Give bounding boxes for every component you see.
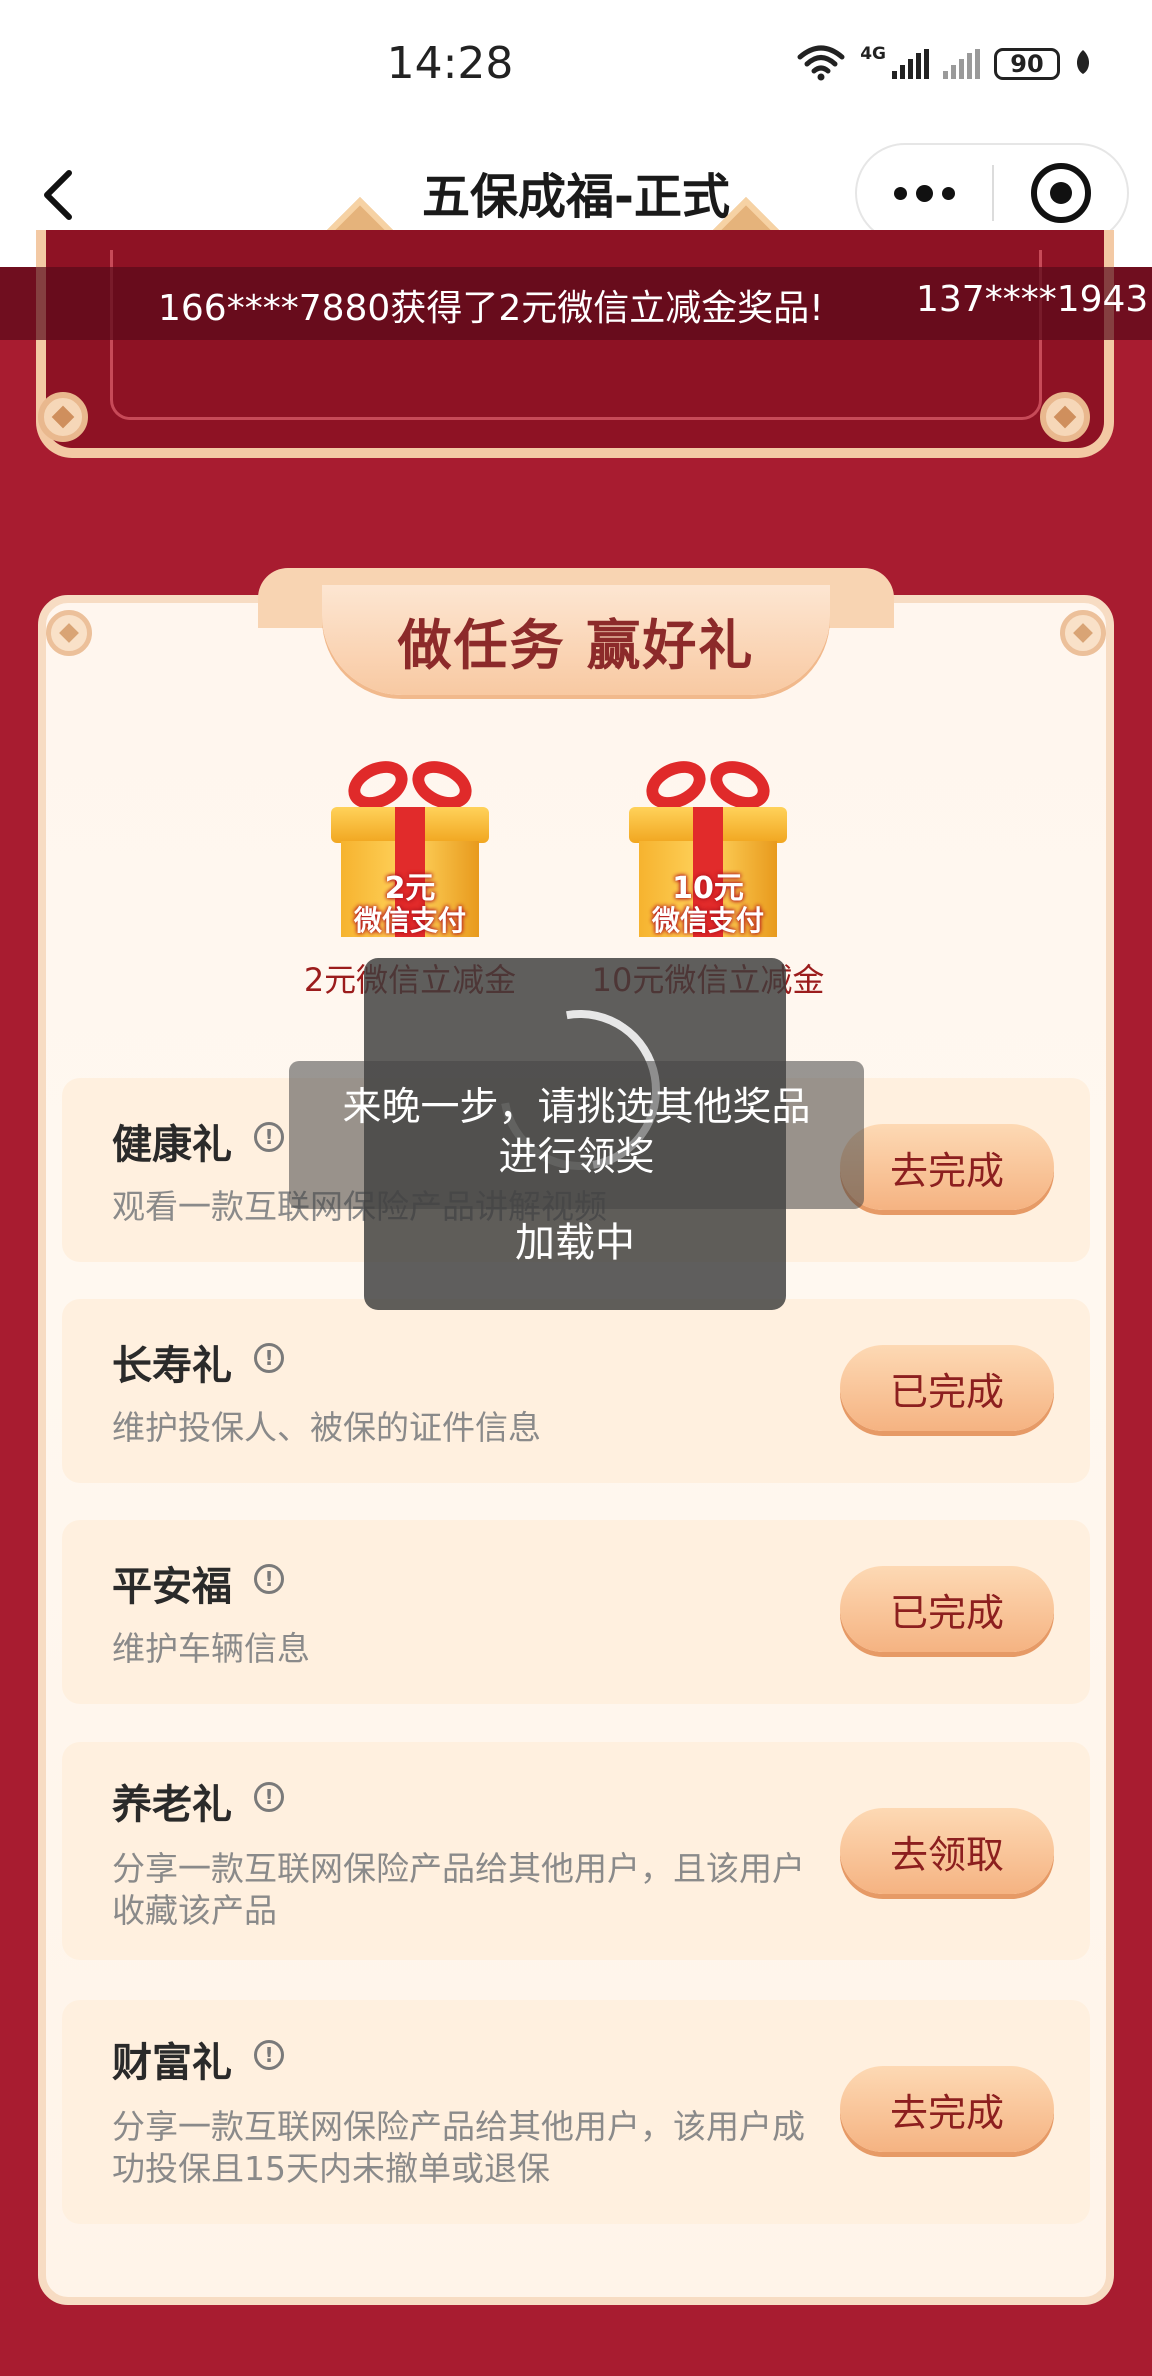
status-time: 14:28	[386, 38, 514, 89]
panel-header: 做任务 赢好礼	[322, 585, 830, 695]
marquee-item: 166****7880获得了2元微信立减金奖品!	[158, 288, 824, 329]
gift-pay-label: 微信支付	[353, 904, 466, 937]
task-action-button[interactable]: 去完成	[840, 2066, 1054, 2152]
task-card-safety: 平安福 ! 维护车辆信息 已完成	[62, 1520, 1090, 1704]
toast-message: 来晚一步，请挑选其他奖品 进行领奖	[289, 1061, 864, 1209]
wifi-icon	[796, 43, 846, 85]
toast-line: 来晚一步，请挑选其他奖品	[342, 1085, 811, 1130]
signal-strength-icon	[892, 49, 929, 79]
banner-corner-left-decoration	[38, 392, 88, 442]
task-action-button[interactable]: 去完成	[840, 1124, 1054, 1210]
task-action-button[interactable]: 已完成	[840, 1566, 1054, 1652]
panel-corner-right-decoration	[1060, 610, 1106, 656]
loading-text: 加载中	[515, 1220, 635, 1266]
task-card-pension: 养老礼 ! 分享一款互联网保险产品给其他用户，且该用户收藏该产品 去领取	[62, 1742, 1090, 1960]
task-description: 维护车辆信息	[112, 1629, 310, 1668]
panel-title: 做任务 赢好礼	[397, 613, 755, 677]
battery-icon: 90	[994, 48, 1060, 80]
battery-saver-leaf-icon	[1074, 48, 1092, 80]
info-icon[interactable]: !	[254, 1564, 284, 1594]
task-title: 长寿礼	[112, 1343, 232, 1389]
gift-amount-label: 10元	[672, 871, 744, 906]
task-title: 财富礼	[112, 2040, 232, 2086]
toast-line: 进行领奖	[498, 1135, 655, 1180]
status-icons: 4G 90	[796, 44, 1092, 84]
task-action-button[interactable]: 去领取	[840, 1808, 1054, 1894]
winner-marquee: 166****7880获得了2元微信立减金奖品! 137****1943	[0, 267, 1152, 340]
task-card-wealth: 财富礼 ! 分享一款互联网保险产品给其他用户，该用户成功投保且15天内未撤单或退…	[62, 2000, 1090, 2224]
target-circle-icon	[1030, 163, 1091, 223]
task-description: 分享一款互联网保险产品给其他用户，且该用户收藏该产品	[112, 1849, 805, 1930]
info-icon[interactable]: !	[254, 1122, 284, 1152]
task-action-button[interactable]: 已完成	[840, 1345, 1054, 1431]
info-icon[interactable]: !	[254, 2040, 284, 2070]
task-title: 平安福	[112, 1564, 232, 1610]
task-title: 养老礼	[112, 1782, 232, 1828]
info-icon[interactable]: !	[254, 1343, 284, 1373]
gift-box-icon: 2元 微信支付	[325, 751, 495, 945]
task-title: 健康礼	[112, 1122, 232, 1168]
status-bar: 14:28 4G 90	[0, 0, 1152, 135]
close-miniprogram-button[interactable]	[994, 145, 1127, 241]
gift-amount-label: 2元	[384, 871, 436, 906]
task-card-longevity: 长寿礼 ! 维护投保人、被保的证件信息 已完成	[62, 1299, 1090, 1483]
network-type-label: 4G	[860, 44, 886, 64]
more-dots-icon[interactable]	[857, 145, 992, 241]
gift-box-icon: 10元 微信支付	[623, 751, 793, 945]
banner-corner-right-decoration	[1040, 392, 1090, 442]
task-description: 维护投保人、被保的证件信息	[112, 1408, 541, 1447]
signal-strength-secondary-icon	[943, 49, 980, 79]
miniprogram-capsule	[855, 143, 1129, 243]
info-icon[interactable]: !	[254, 1782, 284, 1812]
gift-pay-label: 微信支付	[651, 904, 764, 937]
marquee-item: 137****1943	[916, 279, 1149, 320]
task-description: 分享一款互联网保险产品给其他用户，该用户成功投保且15天内未撤单或退保	[112, 2107, 805, 2188]
panel-corner-left-decoration	[46, 610, 92, 656]
